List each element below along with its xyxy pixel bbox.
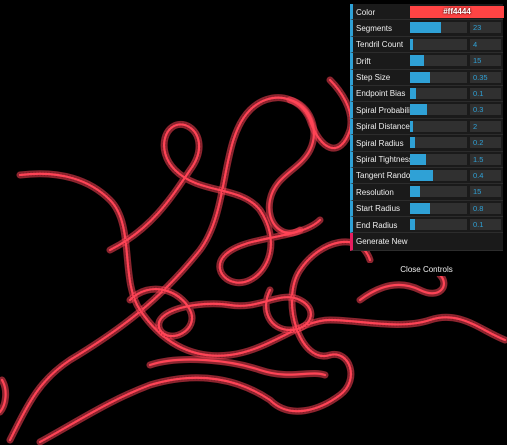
slider-label: Spiral Radius [356, 138, 404, 148]
color-label: Color [356, 7, 376, 17]
spiral-distance-value-input[interactable]: 2 [470, 120, 501, 132]
spiral-radius-value-input[interactable]: 0.2 [470, 137, 501, 149]
slider-fill [410, 104, 428, 116]
spiral-distance-slider[interactable] [410, 120, 467, 132]
segments-slider[interactable] [410, 22, 467, 34]
slider-control-spiral-distance: Spiral Distance 2 [350, 118, 503, 136]
slider-fill [410, 38, 414, 50]
slider-label: Tangent Random [356, 171, 417, 181]
slider-fill [410, 87, 416, 99]
step-size-slider[interactable] [410, 71, 467, 83]
spiral-radius-slider[interactable] [410, 137, 467, 149]
slider-fill [410, 153, 426, 165]
tendril-count-value-input[interactable]: 4 [470, 38, 501, 50]
slider-label: Step Size [356, 73, 391, 83]
slider-control-drift: Drift 15 [350, 53, 503, 70]
endpoint-bias-slider[interactable] [410, 87, 467, 99]
generate-new-button[interactable]: Generate New [350, 233, 503, 252]
slider-fill [410, 120, 413, 132]
end-radius-slider[interactable] [410, 219, 467, 231]
resolution-value-input[interactable]: 15 [470, 186, 501, 198]
slider-label: Spiral Tightness [356, 155, 413, 165]
spiral-tightness-value-input[interactable]: 1.5 [470, 153, 501, 165]
start-radius-value-input[interactable]: 0.8 [470, 202, 501, 214]
slider-control-spiral-radius: Spiral Radius 0.2 [350, 135, 503, 152]
drift-value-input[interactable]: 15 [470, 55, 501, 67]
slider-fill [410, 55, 424, 67]
slider-fill [410, 202, 430, 214]
slider-label: Endpoint Bias [356, 89, 406, 99]
slider-control-tendril-count: Tendril Count 4 [350, 36, 503, 54]
color-control: Color #ff4444 [350, 4, 504, 21]
slider-control-end-radius: End Radius 0.1 [350, 217, 503, 234]
slider-label: Drift [356, 56, 371, 66]
drift-slider[interactable] [410, 55, 467, 67]
slider-fill [410, 22, 442, 34]
slider-label: Resolution [356, 187, 394, 197]
end-radius-value-input[interactable]: 0.1 [470, 219, 501, 231]
slider-label: End Radius [356, 220, 398, 230]
slider-control-segments: Segments 23 [350, 20, 503, 37]
start-radius-slider[interactable] [410, 202, 467, 214]
tangent-random-value-input[interactable]: 0.4 [470, 169, 501, 181]
slider-fill [410, 71, 430, 83]
step-size-value-input[interactable]: 0.35 [470, 71, 501, 83]
tangent-random-slider[interactable] [410, 169, 467, 181]
slider-label: Start Radius [356, 204, 401, 214]
slider-fill [410, 219, 415, 231]
slider-label: Spiral Probability [356, 105, 417, 115]
spiral-probability-slider[interactable] [410, 104, 467, 116]
spiral-tightness-slider[interactable] [410, 153, 467, 165]
slider-control-endpoint-bias: Endpoint Bias 0.1 [350, 85, 503, 103]
slider-control-step-size: Step Size 0.35 [350, 69, 503, 86]
slider-fill [410, 186, 421, 198]
spiral-probability-value-input[interactable]: 0.3 [470, 104, 501, 116]
generate-new-label: Generate New [356, 237, 408, 247]
controls-panel: Color #ff4444 Segments 23 Tendril Count 4 Dr… [350, 4, 504, 252]
slider-control-tangent-random: Tangent Random 0.4 [350, 167, 503, 185]
close-controls-button[interactable]: Close Controls [350, 263, 503, 276]
slider-control-resolution: Resolution 15 [350, 184, 503, 201]
color-picker[interactable]: #ff4444 [410, 6, 504, 18]
slider-control-spiral-tightness: Spiral Tightness 1.5 [350, 151, 503, 168]
slider-fill [410, 169, 433, 181]
segments-value-input[interactable]: 23 [470, 22, 501, 34]
slider-label: Tendril Count [356, 40, 404, 50]
resolution-slider[interactable] [410, 186, 467, 198]
slider-label: Spiral Distance [356, 122, 410, 132]
slider-fill [410, 137, 415, 149]
tendril-count-slider[interactable] [410, 38, 467, 50]
slider-control-start-radius: Start Radius 0.8 [350, 200, 503, 218]
slider-label: Segments [356, 23, 393, 33]
slider-control-spiral-probability: Spiral Probability 0.3 [350, 102, 503, 119]
endpoint-bias-value-input[interactable]: 0.1 [470, 87, 501, 99]
